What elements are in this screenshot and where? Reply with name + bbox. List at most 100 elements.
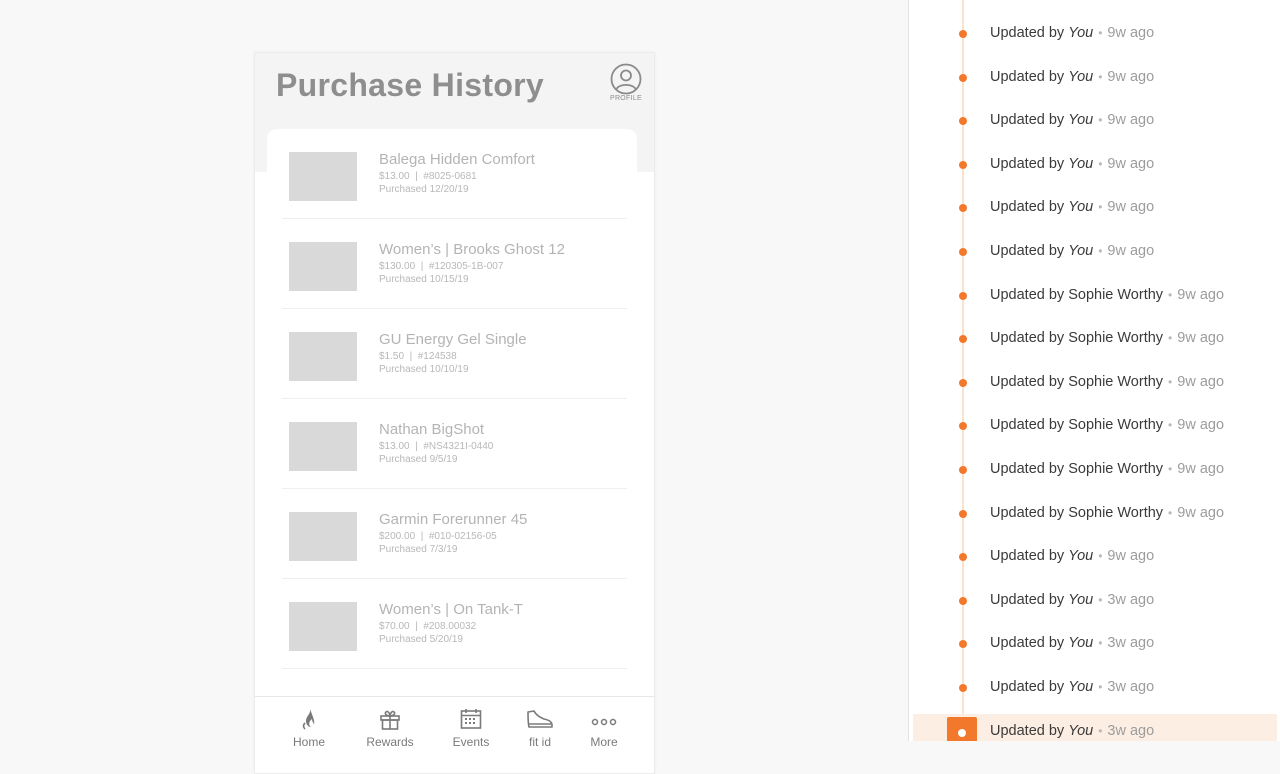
product-price-sku: $130.00 | #120305-1B-007 <box>379 261 503 272</box>
tab-rewards[interactable]: Rewards <box>360 707 420 749</box>
timeline-dot <box>959 422 967 431</box>
activity-entry[interactable]: Updated by You • 3w ago <box>909 670 1280 706</box>
activity-entry[interactable]: Updated by You • 9w ago <box>909 190 1280 226</box>
purchase-item[interactable]: Women’s | Brooks Ghost 12 $130.00 | #1203… <box>282 219 627 309</box>
product-price-sku: $200.00 | #010-02156-05 <box>379 531 497 542</box>
timeline-dot <box>959 204 967 213</box>
activity-time: 9w ago <box>1177 504 1225 521</box>
product-sku: #120305-1B-007 <box>428 261 504 272</box>
tab-label-events: Events <box>452 735 490 749</box>
activity-author: You <box>1068 548 1094 565</box>
activity-prefix: Updated by <box>990 243 1065 259</box>
timeline-dot <box>959 248 967 256</box>
product-image-placeholder <box>289 332 357 381</box>
product-sku: #NS4321I-0440 <box>423 441 494 452</box>
purchase-date: Purchased 5/20/19 <box>379 634 463 645</box>
activity-entry[interactable]: Updated by Sophie Worthy • 9w ago <box>909 365 1280 401</box>
activity-text: Updated by You • 9w ago <box>990 112 1154 128</box>
product-name: Garmin Forerunner 45 <box>379 511 528 528</box>
product-image-placeholder <box>289 242 357 291</box>
more-dots-icon <box>591 718 617 726</box>
activity-time: 9w ago <box>1107 243 1155 259</box>
product-price: $70.00 <box>379 621 410 632</box>
activity-prefix: Updated by <box>990 330 1065 347</box>
activity-time: 9w ago <box>1177 417 1225 434</box>
activity-entry[interactable]: Updated by You • 9w ago <box>909 60 1280 96</box>
activity-text: Updated by Sophie Worthy • 9w ago <box>990 287 1224 303</box>
timeline-dot <box>959 30 967 38</box>
activity-text: Updated by You • 9w ago <box>990 69 1154 85</box>
gift-icon <box>380 710 400 730</box>
activity-author: You <box>1068 199 1094 216</box>
product-name: Nathan BigShot <box>379 421 485 438</box>
activity-time: 3w ago <box>1107 722 1155 739</box>
activity-prefix: Updated by <box>990 504 1065 521</box>
timeline-dot <box>959 553 967 562</box>
activity-author: You <box>1068 722 1094 739</box>
flame-icon <box>302 709 315 730</box>
profile-icon <box>610 63 642 95</box>
activity-entry[interactable]: Updated by You • 9w ago <box>909 147 1280 183</box>
purchase-item[interactable]: GU Energy Gel Single $1.50 | #124538 Purch… <box>282 309 627 399</box>
purchase-item[interactable]: Women’s | On Tank-T $70.00 | #208.00032 Pu… <box>282 579 627 669</box>
activity-prefix: Updated by <box>990 461 1065 477</box>
activity-entry[interactable]: Updated by You • 3w ago <box>909 626 1280 662</box>
tab-more[interactable]: More <box>574 707 634 749</box>
activity-prefix: Updated by <box>990 155 1065 172</box>
phone-mockup: Purchase History PROFILE Balega Hidden C… <box>254 52 655 774</box>
activity-prefix: Updated by <box>990 722 1065 739</box>
timeline-dot <box>959 291 967 300</box>
activity-prefix: Updated by <box>990 68 1065 85</box>
timeline-dot <box>959 378 967 387</box>
page-title: Purchase History <box>276 67 545 103</box>
activity-text: Updated by You • 3w ago <box>990 635 1154 651</box>
timeline-dot <box>959 640 967 649</box>
activity-author: Sophie Worthy <box>1068 417 1164 434</box>
tab-fit-id[interactable]: fit id <box>510 707 570 749</box>
activity-entry[interactable]: Updated by Sophie Worthy • 9w ago <box>909 496 1280 532</box>
activity-entry[interactable]: Updated by You • 9w ago <box>909 103 1280 139</box>
timeline-dot <box>959 596 967 605</box>
activity-prefix: Updated by <box>990 548 1065 565</box>
tab-events[interactable]: Events <box>441 707 501 749</box>
tab-home[interactable]: Home <box>279 707 339 749</box>
activity-text: Updated by You • 9w ago <box>990 199 1154 215</box>
activity-author: You <box>1068 591 1094 608</box>
purchase-item[interactable]: Garmin Forerunner 45 $200.00 | #010-02156… <box>282 489 627 579</box>
profile-button[interactable]: PROFILE <box>608 63 644 102</box>
separator-dot: • <box>1168 374 1173 389</box>
activity-entry[interactable]: Updated by You • 9w ago <box>909 539 1280 575</box>
activity-text: Updated by You • 3w ago <box>990 723 1154 739</box>
activity-entry[interactable]: Updated by Sophie Worthy • 9w ago <box>909 278 1280 314</box>
product-name: GU Energy Gel Single <box>379 331 527 348</box>
activity-author: Sophie Worthy <box>1068 286 1164 303</box>
separator-dot: • <box>1098 636 1103 651</box>
activity-author: You <box>1068 155 1094 172</box>
activity-time: 3w ago <box>1107 591 1155 608</box>
activity-prefix: Updated by <box>990 679 1065 695</box>
activity-prefix: Updated by <box>990 373 1065 390</box>
purchase-item[interactable]: Balega Hidden Comfort $13.00 | #8025-0681… <box>282 129 627 219</box>
separator-dot: • <box>1168 462 1173 476</box>
activity-author: Sophie Worthy <box>1068 504 1164 521</box>
activity-entry[interactable]: Updated by You • 9w ago <box>909 16 1280 52</box>
product-name: Women’s | Brooks Ghost 12 <box>379 241 565 258</box>
activity-prefix: Updated by <box>990 199 1065 216</box>
activity-entry[interactable]: Updated by Sophie Worthy • 9w ago <box>909 408 1280 444</box>
activity-entry[interactable]: Updated by Sophie Worthy • 9w ago <box>909 452 1280 488</box>
activity-time: 3w ago <box>1107 679 1155 695</box>
separator-dot: • <box>1098 26 1103 40</box>
product-sku: #010-02156-05 <box>428 531 497 542</box>
purchase-item[interactable]: Nathan BigShot $13.00 | #NS4321I-0440 Purc… <box>282 399 627 489</box>
activity-time: 9w ago <box>1107 68 1155 85</box>
product-price-sku: $13.00 | #8025-0681 <box>379 171 477 182</box>
purchase-date: Purchased 12/20/19 <box>379 184 469 195</box>
activity-entry[interactable]: Updated by You • 3w ago <box>909 583 1280 619</box>
activity-entry-selected[interactable]: Updated by You • 3w ago <box>913 713 1277 741</box>
activity-entry[interactable]: Updated by Sophie Worthy • 9w ago <box>909 321 1280 357</box>
product-name: Balega Hidden Comfort <box>379 151 535 168</box>
separator: | <box>409 441 424 452</box>
tab-label-home: Home <box>292 735 325 749</box>
activity-entry[interactable]: Updated by You • 9w ago <box>909 234 1280 270</box>
product-price: $13.00 <box>379 441 410 452</box>
